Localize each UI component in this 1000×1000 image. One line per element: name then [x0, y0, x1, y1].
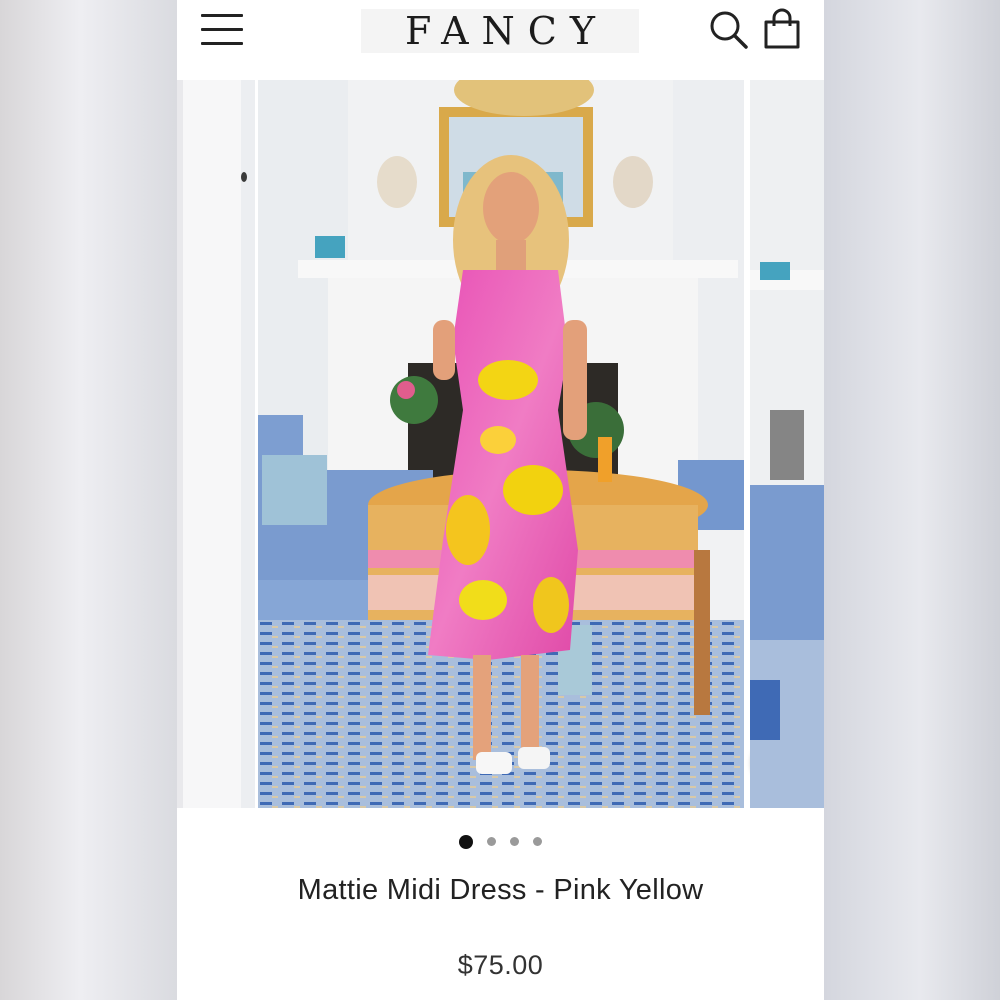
brand-name: FANCY	[405, 9, 608, 53]
site-header: FANCY	[177, 0, 824, 80]
product-price: $75.00	[457, 950, 544, 980]
product-photo[interactable]	[258, 80, 807, 808]
brand-logo[interactable]: FANCY	[361, 9, 639, 53]
carousel-dot-3[interactable]	[510, 837, 519, 846]
search-icon[interactable]	[709, 10, 749, 50]
shopping-bag-icon[interactable]	[762, 8, 802, 50]
product-image-carousel[interactable]	[177, 80, 824, 808]
carousel-dot-2[interactable]	[487, 837, 496, 846]
hamburger-menu-icon[interactable]	[201, 14, 243, 46]
carousel-pagination	[177, 831, 824, 851]
product-page: FANCY Mattie Midi Dress - Pink Yellow $7…	[177, 0, 824, 1000]
previous-slide-peek[interactable]	[177, 80, 255, 808]
carousel-dot-4[interactable]	[533, 837, 542, 846]
next-slide-peek[interactable]	[750, 80, 824, 808]
product-title: Mattie Midi Dress - Pink Yellow	[297, 874, 704, 906]
carousel-dot-1[interactable]	[459, 834, 473, 849]
